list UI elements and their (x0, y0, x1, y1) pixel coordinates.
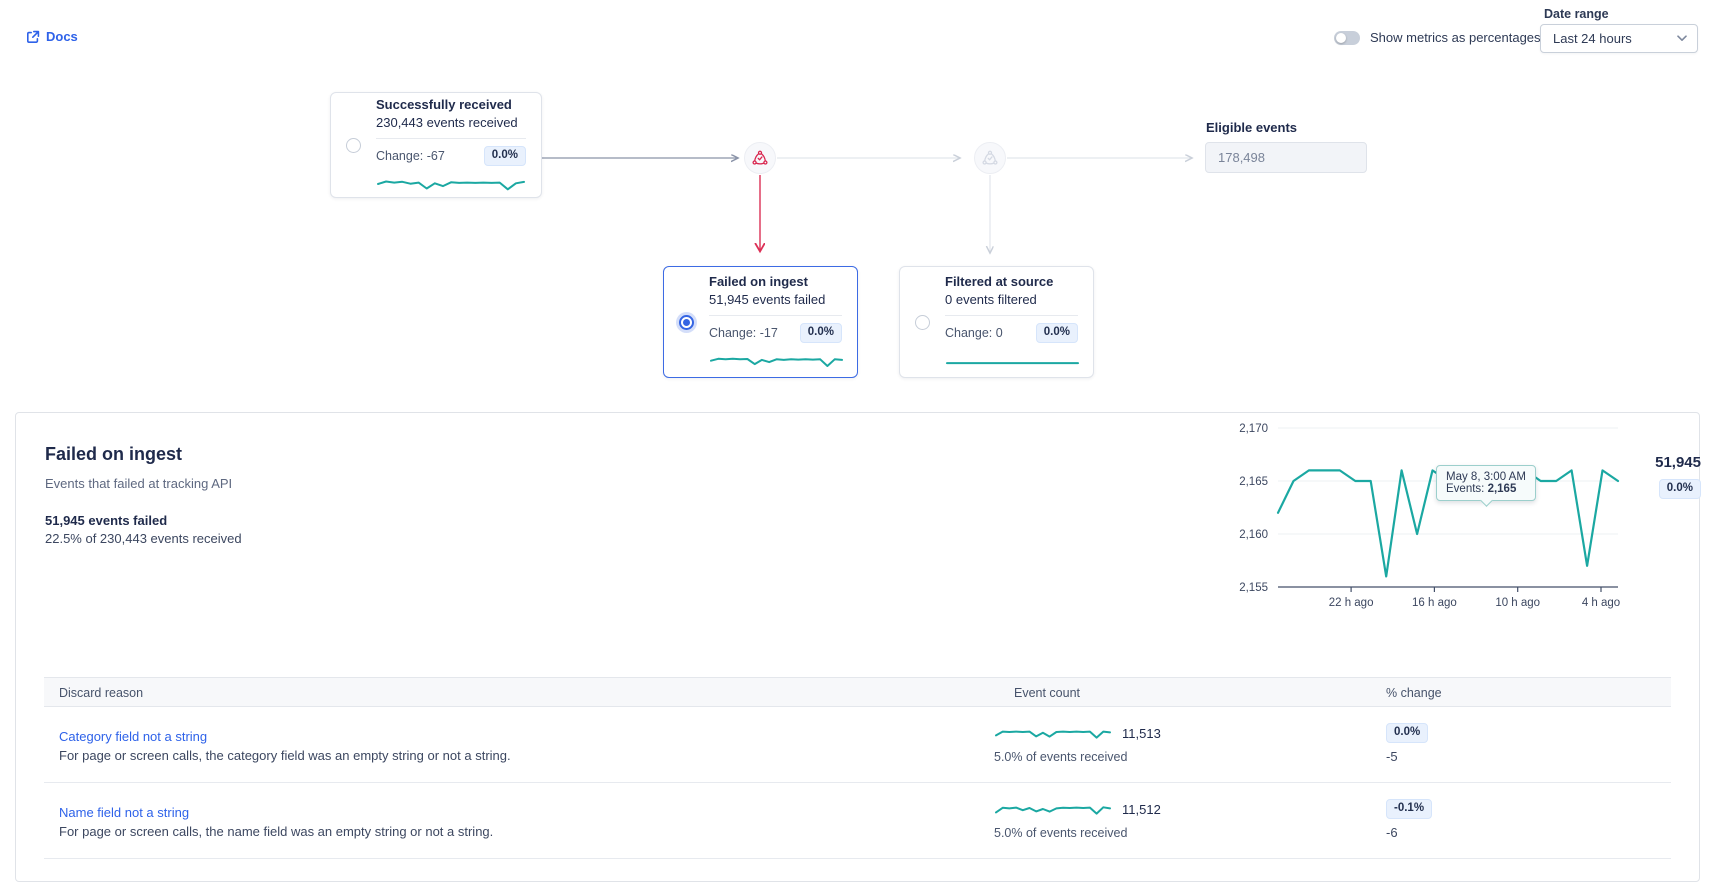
change-badge: 0.0% (1036, 323, 1078, 343)
show-percentages-toggle[interactable] (1334, 31, 1360, 45)
divider (945, 315, 1078, 316)
ingest-node (744, 142, 776, 174)
col-event-count: Event count (1014, 686, 1080, 700)
change-cell: 0.0% -5 (1386, 723, 1428, 764)
table-row: Name field not a string For page or scre… (44, 783, 1671, 859)
eligible-events-field: 178,498 (1205, 142, 1367, 173)
svg-text:2,165: 2,165 (1239, 476, 1268, 488)
card-successfully-received[interactable]: Successfully received 230,443 events rec… (330, 92, 542, 198)
chart-canvas: 2,155 2,160 2,165 2,170 22 h ago 16 h ago 10 h… (1206, 413, 1626, 628)
docs-link-label: Docs (46, 29, 78, 44)
eligible-events-value: 178,498 (1218, 150, 1265, 165)
panel-subtitle: Events that failed at tracking API (45, 476, 232, 491)
change-badge: 0.0% (484, 146, 526, 166)
card-content: Successfully received 230,443 events rec… (376, 97, 526, 193)
card-title: Filtered at source (945, 274, 1078, 289)
toggle-knob (1336, 33, 1346, 43)
percent-of-events: 5.0% of events received (994, 750, 1161, 764)
card-subtitle: 51,945 events failed (709, 292, 842, 307)
table-header: Discard reason Event count % change (44, 677, 1671, 707)
svg-text:2,170: 2,170 (1239, 423, 1268, 435)
svg-text:10 h ago: 10 h ago (1495, 597, 1540, 609)
percentages-toggle-row: Show metrics as percentages (1334, 30, 1541, 45)
reason-cell: Name field not a string For page or scre… (59, 805, 879, 839)
divider (376, 138, 526, 139)
count-cell: 11,513 5.0% of events received (994, 725, 1161, 764)
change-label: Change: -67 (376, 149, 445, 163)
radio-col (346, 138, 376, 153)
card-content: Filtered at source 0 events filtered Cha… (945, 274, 1078, 370)
panel-title: Failed on ingest (45, 444, 182, 465)
card-filtered-at-source[interactable]: Filtered at source 0 events filtered Cha… (899, 266, 1094, 378)
discard-reason-link[interactable]: Category field not a string (59, 729, 207, 744)
change-cell: -0.1% -6 (1386, 799, 1432, 840)
discard-reason-description: For page or screen calls, the name field… (59, 824, 879, 839)
failed-events-chart[interactable]: 2,155 2,160 2,165 2,170 22 h ago 16 h ago 10 h… (1206, 413, 1626, 628)
tooltip-events: Events: 2,165 (1446, 483, 1526, 495)
change-value: -5 (1386, 749, 1428, 764)
chart-total-badge: 0.0% (1659, 479, 1701, 499)
card-failed-on-ingest[interactable]: Failed on ingest 51,945 events failed Ch… (663, 266, 858, 378)
event-count-value: 11,512 (1122, 802, 1161, 817)
chevron-down-icon (1677, 35, 1687, 42)
date-range-value: Last 24 hours (1553, 31, 1632, 46)
col-discard-reason: Discard reason (59, 686, 143, 700)
svg-text:22 h ago: 22 h ago (1329, 597, 1374, 609)
filter-node (974, 142, 1006, 174)
svg-text:2,160: 2,160 (1239, 529, 1268, 541)
received-sparkline (376, 175, 526, 193)
filtered-sparkline (945, 352, 1080, 370)
discard-reason-description: For page or screen calls, the category f… (59, 748, 879, 763)
event-count-value: 11,513 (1122, 726, 1161, 741)
eligible-events-label: Eligible events (1206, 120, 1297, 135)
svg-text:2,155: 2,155 (1239, 582, 1268, 594)
col-percent-change: % change (1386, 686, 1442, 700)
change-label: Change: 0 (945, 326, 1003, 340)
discard-reason-link[interactable]: Name field not a string (59, 805, 189, 820)
card-title: Successfully received (376, 97, 526, 112)
ingest-validation-icon (751, 149, 769, 167)
date-range-label: Date range (1544, 7, 1609, 21)
failed-sparkline (709, 352, 844, 370)
stat-events-failed: 51,945 events failed (45, 513, 167, 528)
row-sparkline (994, 725, 1112, 741)
svg-text:16 h ago: 16 h ago (1412, 597, 1457, 609)
date-range-select[interactable]: Last 24 hours (1540, 24, 1698, 53)
received-radio[interactable] (346, 138, 361, 153)
svg-text:4 h ago: 4 h ago (1582, 597, 1620, 609)
card-subtitle: 230,443 events received (376, 115, 526, 130)
divider (709, 315, 842, 316)
radio-col (915, 315, 945, 330)
filtered-radio[interactable] (915, 315, 930, 330)
external-link-icon (26, 30, 40, 44)
percent-of-events: 5.0% of events received (994, 826, 1161, 840)
chart-summary: 51,945 0.0% (1601, 454, 1701, 499)
change-badge: 0.0% (800, 323, 842, 343)
docs-link[interactable]: Docs (26, 29, 78, 44)
change-label: Change: -17 (709, 326, 778, 340)
failed-radio[interactable] (679, 315, 694, 330)
change-value: -6 (1386, 825, 1432, 840)
chart-total: 51,945 (1601, 454, 1701, 471)
card-subtitle: 0 events filtered (945, 292, 1078, 307)
failed-on-ingest-panel: Failed on ingest Events that failed at t… (15, 412, 1700, 882)
percent-change-badge: 0.0% (1386, 723, 1428, 743)
card-content: Failed on ingest 51,945 events failed Ch… (709, 274, 842, 370)
toggle-label: Show metrics as percentages (1370, 30, 1541, 45)
percent-change-badge: -0.1% (1386, 799, 1432, 819)
filter-validation-icon (981, 149, 999, 167)
stat-percent-of-received: 22.5% of 230,443 events received (45, 531, 242, 546)
tooltip-date: May 8, 3:00 AM (1446, 471, 1526, 483)
radio-col (679, 315, 709, 330)
row-sparkline (994, 801, 1112, 817)
table-row: Category field not a string For page or … (44, 707, 1671, 783)
chart-tooltip: May 8, 3:00 AM Events: 2,165 (1436, 465, 1536, 501)
reason-cell: Category field not a string For page or … (59, 729, 879, 763)
count-cell: 11,512 5.0% of events received (994, 801, 1161, 840)
card-title: Failed on ingest (709, 274, 842, 289)
discard-reasons-table: Discard reason Event count % change Cate… (44, 677, 1671, 859)
